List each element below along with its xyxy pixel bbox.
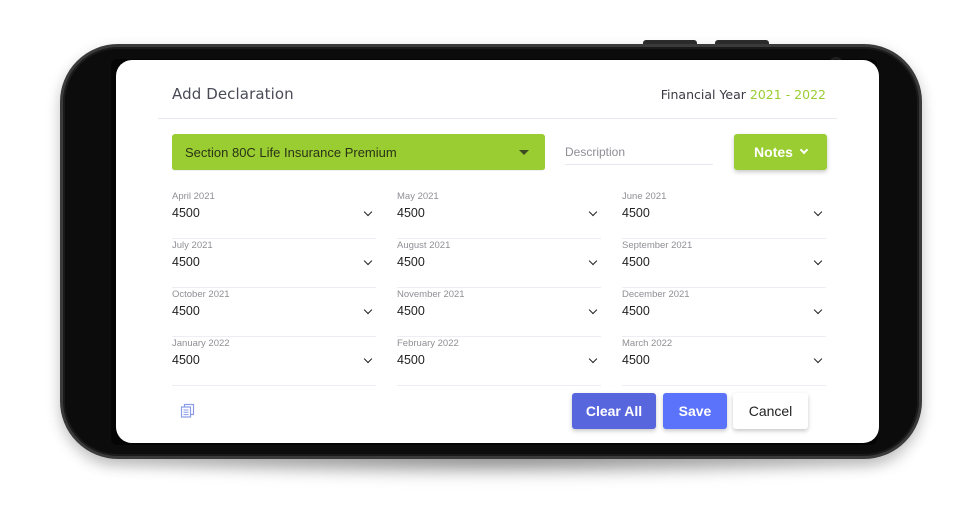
month-value: 4500 [172, 353, 200, 367]
financial-year-value: 2021 - 2022 [749, 86, 826, 102]
month-label: October 2021 [172, 289, 230, 300]
month-select-october-2021[interactable]: October 2021 4500 [172, 288, 376, 337]
month-select-december-2021[interactable]: December 2021 4500 [622, 288, 826, 337]
cancel-button[interactable]: Cancel [733, 393, 808, 429]
month-value: 4500 [622, 255, 650, 269]
month-select-january-2022[interactable]: January 2022 4500 [172, 337, 376, 386]
notes-button-label: Notes [754, 144, 793, 160]
declaration-category-select[interactable]: Section 80C Life Insurance Premium [172, 134, 545, 171]
chevron-down-icon [813, 305, 823, 315]
notes-button[interactable]: Notes [734, 134, 827, 170]
month-value: 4500 [172, 255, 200, 269]
copy-icon[interactable] [180, 403, 196, 419]
month-label: April 2021 [172, 191, 215, 202]
month-label: February 2022 [397, 338, 459, 349]
month-label: May 2021 [397, 191, 439, 202]
month-label: March 2022 [622, 338, 673, 349]
month-label: September 2021 [622, 240, 693, 251]
month-value: 4500 [397, 255, 425, 269]
chevron-down-icon [799, 145, 809, 155]
chevron-down-icon [813, 256, 823, 266]
chevron-down-icon [588, 305, 598, 315]
month-select-july-2021[interactable]: July 2021 4500 [172, 239, 376, 288]
financial-year-label: Financial Year [660, 86, 746, 102]
dialog-title: Add Declaration [172, 85, 294, 103]
clear-all-button[interactable]: Clear All [572, 393, 656, 429]
month-value: 4500 [172, 304, 200, 318]
chevron-down-icon [363, 207, 373, 217]
save-button[interactable]: Save [663, 393, 727, 429]
month-value: 4500 [397, 353, 425, 367]
month-label: June 2021 [622, 191, 667, 202]
chevron-down-icon [588, 256, 598, 266]
month-select-august-2021[interactable]: August 2021 4500 [397, 239, 601, 288]
month-select-november-2021[interactable]: November 2021 4500 [397, 288, 601, 337]
month-label: December 2021 [622, 289, 690, 300]
category-selected-value: Section 80C Life Insurance Premium [185, 144, 397, 160]
month-label: January 2022 [172, 338, 230, 349]
chevron-down-icon [363, 256, 373, 266]
month-label: July 2021 [172, 240, 213, 251]
chevron-down-icon [813, 354, 823, 364]
month-select-april-2021[interactable]: April 2021 4500 [172, 190, 376, 239]
dialog-header: Add Declaration Financial Year 2021 - 20… [172, 84, 826, 104]
financial-year: Financial Year 2021 - 2022 [661, 87, 826, 102]
caret-down-icon [519, 149, 529, 155]
chevron-down-icon [588, 207, 598, 217]
chevron-down-icon [813, 207, 823, 217]
header-divider [158, 118, 837, 119]
month-select-march-2022[interactable]: March 2022 4500 [622, 337, 826, 386]
month-value: 4500 [622, 353, 650, 367]
month-value: 4500 [397, 304, 425, 318]
monthly-amounts-grid: April 2021 4500 May 2021 4500 June 2021 … [172, 190, 826, 386]
month-value: 4500 [172, 206, 200, 220]
month-label: August 2021 [397, 240, 451, 251]
month-select-february-2022[interactable]: February 2022 4500 [397, 337, 601, 386]
chevron-down-icon [363, 305, 373, 315]
month-select-june-2021[interactable]: June 2021 4500 [622, 190, 826, 239]
month-label: November 2021 [397, 289, 465, 300]
chevron-down-icon [363, 354, 373, 364]
month-select-may-2021[interactable]: May 2021 4500 [397, 190, 601, 239]
month-select-september-2021[interactable]: September 2021 4500 [622, 239, 826, 288]
month-value: 4500 [397, 206, 425, 220]
month-value: 4500 [622, 304, 650, 318]
description-input[interactable] [565, 140, 713, 165]
declaration-dialog: Add Declaration Financial Year 2021 - 20… [116, 60, 879, 443]
chevron-down-icon [588, 354, 598, 364]
month-value: 4500 [622, 206, 650, 220]
